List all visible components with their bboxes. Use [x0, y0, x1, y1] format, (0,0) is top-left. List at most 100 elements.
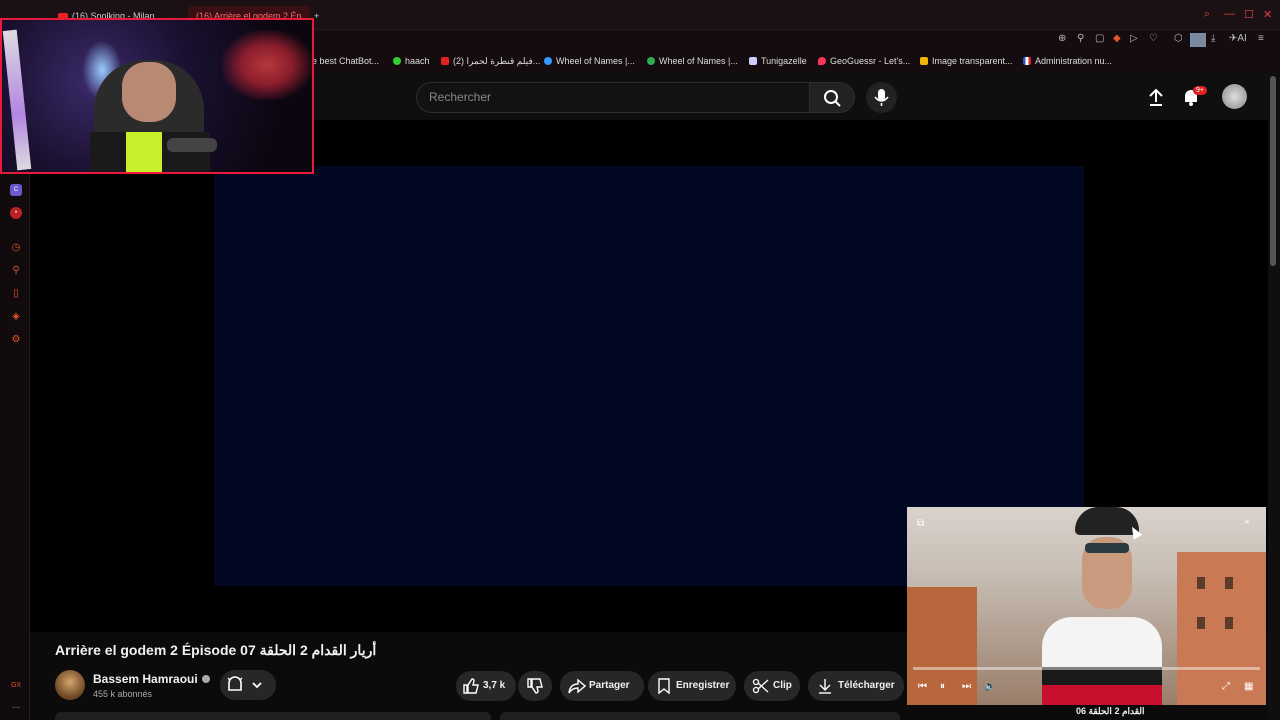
bookmark-icon: [749, 57, 757, 65]
scissors-icon: [752, 678, 769, 694]
download-button[interactable]: Télécharger: [808, 671, 904, 701]
youtube-icon: [441, 57, 449, 65]
download-label: Télécharger: [838, 680, 895, 691]
location-pin-icon: [818, 57, 826, 65]
bookmark-label: Tunigazelle: [761, 56, 807, 66]
streamer-face: [122, 62, 176, 122]
app-icon[interactable]: •: [10, 207, 22, 219]
notification-badge: 9+: [1193, 86, 1207, 95]
close-icon[interactable]: ✕: [1263, 8, 1272, 21]
webcam-overlay: [0, 18, 314, 174]
window: [1225, 577, 1233, 589]
snapshot-icon[interactable]: ▢: [1095, 33, 1104, 44]
bookmark-item[interactable]: GeoGuessr - Let's...: [818, 56, 910, 66]
bookmark-item[interactable]: e best ChatBot...: [312, 56, 379, 66]
bookmark-item[interactable]: Wheel of Names |...: [647, 56, 738, 66]
dislike-button[interactable]: [518, 671, 552, 701]
miniplayer[interactable]: ⧉ × ⏮ ⏸ ⏭ 🔈 ⤢ ▦: [907, 507, 1266, 705]
clock-icon[interactable]: ◷: [10, 242, 22, 254]
channel-name-text: Bassem Hamraoui: [93, 672, 198, 686]
search-button[interactable]: [809, 82, 855, 113]
bookmark-label: Wheel of Names |...: [659, 56, 738, 66]
menu-icon[interactable]: ≡: [1258, 33, 1264, 44]
bookmark-item[interactable]: Administration nu...: [1023, 56, 1112, 66]
scrollbar-thumb[interactable]: [1270, 76, 1276, 266]
microphone-icon: [874, 89, 889, 106]
verified-icon: [201, 675, 210, 683]
gx-label: GX: [10, 682, 22, 689]
voice-search-button[interactable]: [866, 82, 897, 113]
bell-chevron-icon: [227, 676, 262, 691]
bookmark-icon: [393, 57, 401, 65]
diamond-icon[interactable]: ◈: [10, 311, 22, 323]
ai-button[interactable]: ✈AI: [1229, 33, 1247, 44]
maximize-icon[interactable]: ☐: [1244, 8, 1254, 21]
thumbs-up-icon: [463, 678, 479, 694]
bookmark-label: GeoGuessr - Let's...: [830, 56, 911, 66]
pin-icon[interactable]: ⚲: [1077, 33, 1084, 44]
ai-label: AI: [1237, 33, 1247, 44]
minimize-icon[interactable]: —: [1224, 8, 1235, 20]
app-icon[interactable]: C: [10, 184, 22, 196]
pin-icon[interactable]: ⚲: [10, 265, 22, 277]
microphone: [167, 138, 217, 152]
previous-icon[interactable]: ⏮: [918, 681, 927, 692]
share-button[interactable]: Partager: [560, 671, 644, 701]
expand-icon[interactable]: ⧉: [917, 518, 924, 529]
search-input[interactable]: Rechercher: [416, 82, 810, 113]
avatar[interactable]: [1222, 84, 1247, 109]
video-title: Arrière el godem 2 Épisode 07 أريار القد…: [55, 642, 377, 658]
bookmark-item[interactable]: Image transparent...: [920, 56, 1013, 66]
shirt-stripe: [1042, 685, 1162, 705]
window: [1197, 617, 1205, 629]
bookmark-item[interactable]: Tunigazelle: [749, 56, 807, 66]
volume-icon[interactable]: 🔈: [984, 681, 996, 692]
subscription-bell-button[interactable]: [220, 670, 276, 700]
clip-label: Clip: [773, 680, 792, 691]
light-strip: [2, 29, 32, 171]
channel-avatar[interactable]: [55, 670, 85, 700]
pause-icon[interactable]: ⏸: [940, 681, 945, 692]
flag-icon: [1023, 57, 1031, 65]
play-icon[interactable]: ▷: [1130, 33, 1138, 44]
like-count: 3,7 k: [483, 680, 506, 691]
wheel-icon: [647, 57, 655, 65]
bookmark-item[interactable]: Wheel of Names |...: [544, 56, 635, 66]
comments-box[interactable]: [500, 712, 900, 720]
bookmark-icon[interactable]: ▯: [10, 288, 22, 300]
expand-icon[interactable]: ⤢: [1222, 681, 1230, 692]
bookmark-item[interactable]: (2) فيلم قنطرة لحمرا...: [441, 56, 540, 67]
search-icon: [824, 90, 841, 107]
shield-icon[interactable]: ◆: [1113, 33, 1121, 44]
captions-icon[interactable]: ▦: [1244, 681, 1253, 692]
share-label: Partager: [589, 680, 630, 691]
profile-icon[interactable]: [1190, 33, 1206, 47]
wheel-icon: [544, 57, 552, 65]
new-tab-button[interactable]: +: [314, 6, 319, 26]
subscriber-count: 455 k abonnés: [93, 689, 153, 699]
miniplayer-progress[interactable]: [913, 667, 1260, 670]
download-icon[interactable]: ⤓: [1211, 33, 1215, 44]
more-icon[interactable]: ...: [10, 700, 22, 712]
description-box[interactable]: [55, 712, 491, 720]
light-glow: [222, 30, 312, 100]
bookmark-item[interactable]: haach: [393, 56, 430, 66]
next-icon[interactable]: ⏭: [962, 681, 971, 692]
window: [1197, 577, 1205, 589]
settings-icon[interactable]: ⚙: [10, 334, 22, 346]
channel-name[interactable]: Bassem Hamraoui: [93, 672, 210, 686]
close-icon[interactable]: ×: [1244, 517, 1250, 528]
upload-icon[interactable]: [1145, 86, 1167, 108]
share-icon: [568, 678, 586, 694]
heart-icon[interactable]: ♡: [1149, 33, 1158, 44]
like-button[interactable]: 3,7 k: [456, 671, 516, 701]
search-icon[interactable]: ⌕: [1204, 8, 1210, 21]
bookmark-label: Administration nu...: [1035, 56, 1113, 66]
extension-icon[interactable]: ⬡: [1174, 33, 1183, 44]
save-label: Enregistrer: [676, 680, 730, 691]
zoom-icon[interactable]: ⊕: [1058, 33, 1066, 44]
person-sunglasses: [1085, 543, 1129, 553]
download-icon: [819, 679, 831, 694]
clip-button[interactable]: Clip: [744, 671, 800, 701]
save-button[interactable]: Enregistrer: [648, 671, 736, 701]
